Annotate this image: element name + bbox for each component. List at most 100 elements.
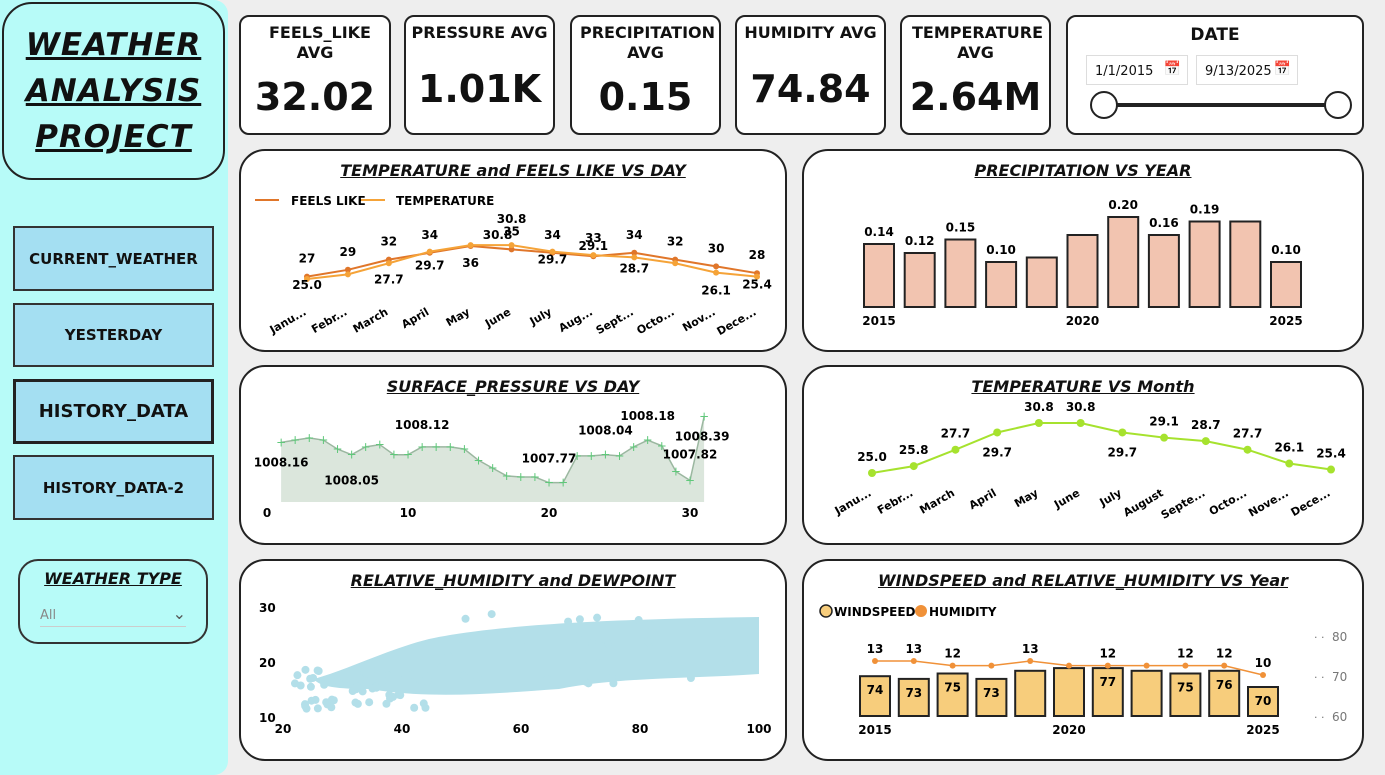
data-label: 12 (944, 647, 961, 661)
scatter-point (410, 703, 419, 712)
scatter-point (593, 613, 602, 622)
data-point: + (614, 449, 624, 463)
x-tick-label: Janu... (267, 305, 309, 337)
kpi-card-humidity: HUMIDITY AVG 74.84 (735, 15, 886, 135)
scatter-point (564, 617, 573, 626)
data-label: 1007.82 (663, 447, 718, 461)
scatter-point (326, 674, 335, 683)
x-tick-label: July (1097, 486, 1124, 509)
end-date-value: 9/13/2025 (1205, 64, 1272, 79)
data-point: + (502, 469, 512, 483)
data-point: + (685, 473, 695, 487)
data-label: 34 (626, 228, 643, 242)
kpi-value: 0.15 (598, 75, 693, 119)
scatter-point (451, 635, 460, 644)
precip-bar-chart: 0.14 2015 0.12 0.15 0.10 2020 0.20 0.16 0.19 0.10… (862, 198, 1302, 328)
bar (1053, 667, 1085, 717)
data-point: + (290, 433, 300, 447)
nav-history-data-button[interactable]: HISTORY_DATA (13, 379, 214, 444)
calendar-icon[interactable]: 📅 (1274, 61, 1291, 77)
x-tick-label: April (967, 486, 999, 512)
data-label: 29.1 (1149, 415, 1179, 429)
nav-current-weather-button[interactable]: CURRENT_WEATHER (13, 226, 214, 291)
data-point: + (629, 440, 639, 454)
scatter-point (320, 680, 329, 689)
x-tick-label: Octo... (1207, 486, 1249, 518)
scatter-point (575, 615, 584, 624)
title-line: ANALYSIS (25, 73, 202, 109)
scatter-point (372, 683, 381, 692)
kpi-title: HUMIDITY AVG (744, 23, 877, 42)
bar (1025, 256, 1058, 308)
data-point (1160, 433, 1169, 442)
data-label: 26.1 (1274, 441, 1304, 455)
y-tick-prefix: · · (1314, 671, 1325, 684)
data-point (1243, 445, 1252, 454)
scatter-point (459, 671, 468, 680)
bar (1147, 234, 1180, 308)
date-label: DATE (1190, 25, 1240, 45)
scatter-point (725, 657, 734, 666)
kpi-title: TEMPERATURE AVG (912, 23, 1044, 62)
data-point (1182, 662, 1189, 669)
scatter-point (651, 621, 660, 630)
nav-yesterday-button[interactable]: YESTERDAY (13, 303, 214, 367)
data-point (344, 271, 351, 278)
data-label: 30 (708, 241, 725, 255)
scatter-point (353, 699, 362, 708)
start-date-input[interactable]: 1/1/2015 📅 (1086, 55, 1188, 85)
y-tick-label: 70 (1332, 670, 1347, 684)
data-point (385, 260, 392, 267)
x-tick-label: April (399, 305, 431, 331)
data-label: 29.7 (415, 259, 445, 273)
nav-history-data-2-button[interactable]: HISTORY_DATA-2 (13, 455, 214, 520)
data-label: 0.10 (986, 243, 1016, 257)
weather-type-dropdown[interactable]: All ⌄ (40, 601, 186, 627)
wind-humidity-combo-chart: WINDSPEED HUMIDITY 74 2015 73 75 73 2020 77 75 76 7… (819, 604, 1347, 737)
data-point: + (276, 435, 286, 449)
x-tick-label: 2020 (1066, 314, 1099, 328)
data-label: 27.7 (374, 272, 404, 286)
date-range-end-handle[interactable] (1324, 91, 1352, 119)
date-range-start-handle[interactable] (1090, 91, 1118, 119)
y-tick-label: 20 (259, 656, 276, 670)
calendar-icon[interactable]: 📅 (1164, 61, 1181, 77)
weather-type-label: WEATHER TYPE (44, 569, 182, 588)
data-point (910, 658, 917, 664)
data-point (1221, 662, 1228, 669)
data-point (1027, 658, 1034, 664)
x-tick-label: Dece... (1289, 486, 1333, 519)
data-label: 0.20 (1108, 198, 1138, 212)
data-label: 28.7 (619, 261, 649, 275)
x-tick-label: March (917, 486, 957, 516)
data-label: 0.10 (1271, 243, 1301, 257)
bar (1066, 234, 1099, 308)
data-label: 25.0 (857, 450, 887, 464)
date-range-slider-track[interactable] (1104, 103, 1340, 107)
data-point (1104, 662, 1111, 669)
data-label: 75 (1177, 681, 1194, 695)
data-label: 13 (867, 642, 884, 656)
data-label: 32 (380, 235, 397, 249)
kpi-value: 1.01K (417, 67, 542, 111)
data-point (1066, 662, 1072, 669)
data-label: 12 (1216, 647, 1233, 661)
scatter-point (604, 639, 613, 648)
kpi-card-pressure: PRESSURE AVG 1.01K (404, 15, 555, 135)
bar (1107, 216, 1140, 308)
data-label: 29 (340, 245, 357, 259)
data-label: 1008.16 (254, 455, 309, 469)
data-label: 29.1 (579, 239, 609, 253)
x-tick-label: Aug... (557, 305, 595, 335)
data-point: + (671, 464, 681, 478)
kpi-card-precipitation: PRECIPITATION AVG 0.15 (570, 15, 721, 135)
scatter-point (487, 610, 496, 619)
data-point: + (347, 448, 357, 462)
kpi-card-temperature: TEMPERATURE AVG 2.64M (900, 15, 1051, 135)
x-tick-label: June (1051, 486, 1082, 511)
data-point (949, 662, 956, 669)
scatter-point (594, 659, 603, 668)
x-tick-label: 10 (400, 506, 417, 520)
data-point: + (586, 449, 596, 463)
end-date-input[interactable]: 9/13/2025 📅 (1196, 55, 1298, 85)
